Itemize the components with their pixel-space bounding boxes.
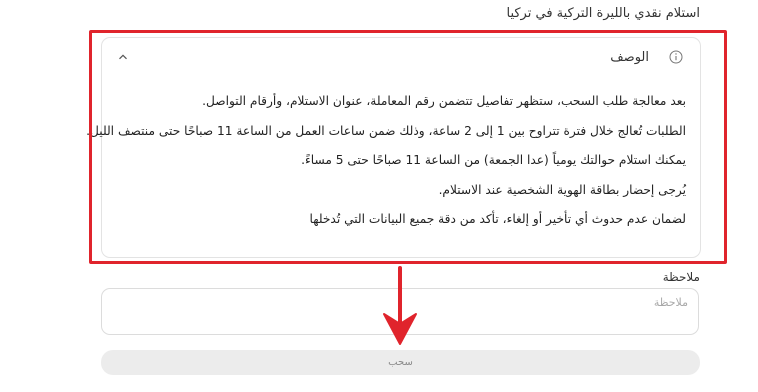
highlight-frame	[89, 30, 727, 264]
section-title: استلام نقدي بالليرة التركية في تركيا	[506, 6, 700, 21]
note-label: ملاحظة	[662, 270, 700, 284]
annotation-arrow-icon	[383, 266, 417, 345]
